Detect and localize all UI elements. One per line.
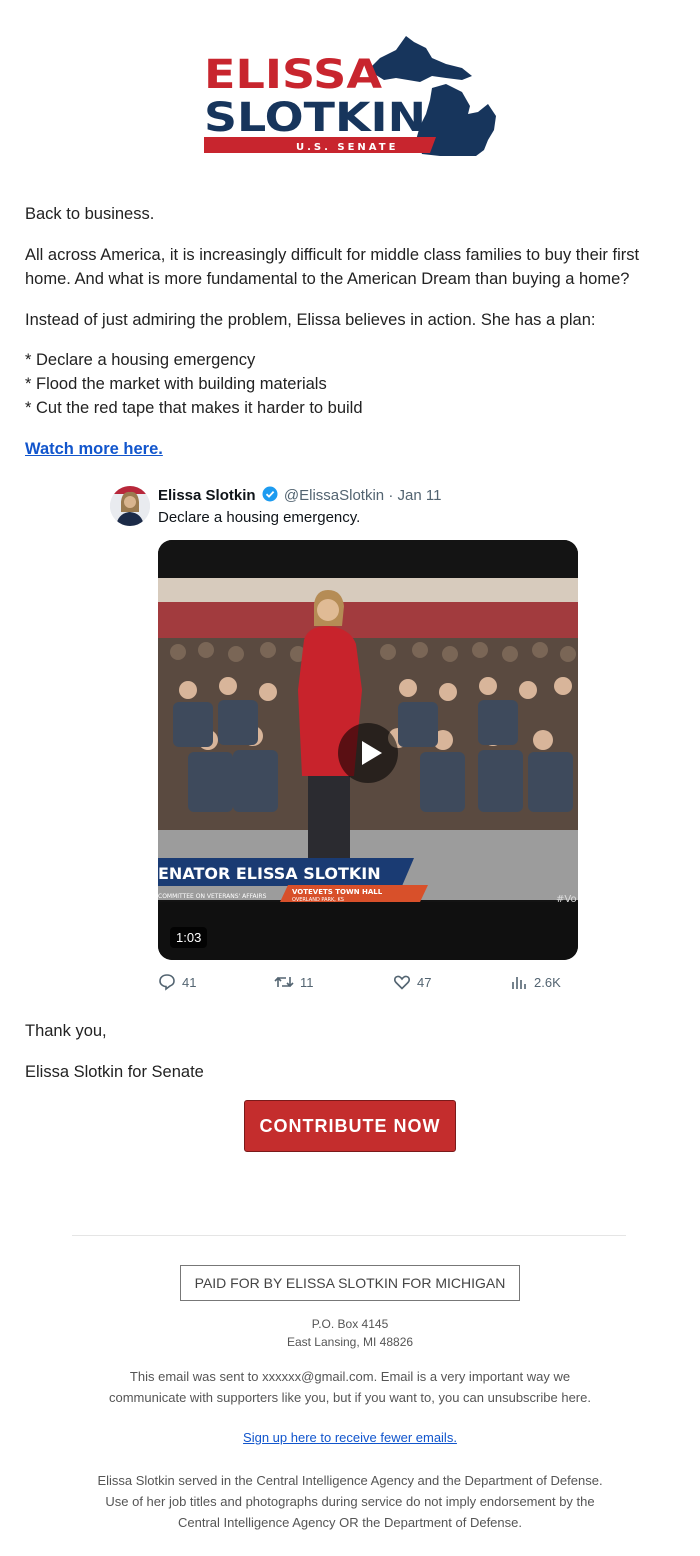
contribute-now-button[interactable]: CONTRIBUTE NOW	[244, 1100, 456, 1152]
watch-more-link[interactable]: Watch more here.	[25, 437, 163, 461]
footer-divider	[72, 1235, 626, 1236]
tweet-author-name[interactable]: Elissa Slotkin	[158, 487, 256, 504]
plan-intro-paragraph: Instead of just admiring the problem, El…	[25, 311, 596, 329]
sent-to-line-2: communicate with supporters like you, bu…	[109, 1390, 591, 1405]
logo-line-1: ELISSA	[204, 52, 382, 98]
greeting-text: Back to business.	[25, 205, 155, 223]
plan-item: * Declare a housing emergency	[25, 351, 256, 369]
views-action[interactable]: 2.6K	[510, 973, 561, 991]
tweet-actions: 41 11 47 2.6K	[158, 973, 578, 997]
video-event-location: OVERLAND PARK, KS	[292, 897, 344, 903]
tweet-handle[interactable]: @ElissaSlotkin	[284, 487, 384, 504]
sent-to-notice: This email was sent to xxxxxx@gmail.com.…	[60, 1366, 640, 1408]
address-line-2: East Lansing, MI 48826	[286, 1335, 414, 1349]
avatar[interactable]	[110, 486, 150, 526]
signature-text: Elissa Slotkin for Senate	[25, 1063, 204, 1081]
sent-to-line-1: This email was sent to xxxxxx@gmail.com.…	[129, 1369, 571, 1384]
fewer-emails-link[interactable]: Sign up here to receive fewer emails.	[243, 1430, 457, 1445]
video-hashtag: #Vo	[556, 894, 577, 905]
tweet-date[interactable]: Jan 11	[398, 487, 442, 504]
play-button-icon[interactable]	[338, 723, 398, 783]
intro-paragraph: All across America, it is increasingly d…	[25, 246, 640, 288]
footer-disclaimer: Elissa Slotkin served in the Central Int…	[60, 1470, 640, 1533]
reply-count: 41	[182, 974, 197, 990]
heart-icon	[394, 975, 410, 990]
logo-tagline: U.S. SENATE	[296, 142, 398, 153]
video-banner-name: ENATOR ELISSA SLOTKIN	[158, 864, 381, 883]
like-count: 47	[417, 974, 432, 990]
views-chart-icon	[512, 977, 526, 989]
views-count: 2.6K	[534, 974, 561, 990]
disclaimer-line-3: Central Intelligence Agency OR the Depar…	[178, 1515, 522, 1530]
tweet-text: Declare a housing emergency.	[158, 509, 361, 526]
thanks-text: Thank you,	[25, 1022, 107, 1040]
address-line-1: P.O. Box 4145	[311, 1317, 389, 1331]
logo-line-2: SLOTKIN	[204, 95, 426, 141]
like-action[interactable]: 47	[393, 973, 431, 991]
embedded-tweet[interactable]: Elissa Slotkin @ElissaSlotkin · Jan 11 D…	[110, 483, 580, 1003]
plan-item: * Cut the red tape that makes it harder …	[25, 399, 363, 417]
paid-for-box: PAID FOR BY ELISSA SLOTKIN FOR MICHIGAN	[180, 1265, 520, 1301]
video-event-name: VOTEVETS TOWN HALL	[292, 888, 383, 896]
disclaimer-line-1: Elissa Slotkin served in the Central Int…	[97, 1473, 603, 1488]
retweet-action[interactable]: 11	[274, 973, 314, 991]
reply-action[interactable]: 41	[158, 973, 196, 991]
video-duration: 1:03	[170, 927, 208, 948]
plan-item: * Flood the market with building materia…	[25, 375, 327, 393]
profile-photo-icon	[110, 486, 150, 526]
michigan-map-logo-icon: ELISSA SLOTKIN U.S. SENATE	[204, 36, 496, 156]
video-banner-sub: COMMITTEE ON VETERANS' AFFAIRS	[158, 893, 267, 900]
retweet-icon	[274, 976, 294, 988]
plan-list: * Declare a housing emergency * Flood th…	[25, 348, 675, 420]
tweet-header: Elissa Slotkin @ElissaSlotkin · Jan 11	[158, 486, 441, 506]
verified-badge-icon	[262, 486, 278, 506]
retweet-count: 11	[300, 974, 314, 990]
reply-icon	[159, 974, 175, 991]
campaign-logo: ELISSA SLOTKIN U.S. SENATE	[200, 30, 500, 158]
disclaimer-line-2: Use of her job titles and photographs du…	[105, 1494, 595, 1509]
fewer-emails-row: Sign up here to receive fewer emails.	[60, 1430, 640, 1445]
footer-address: P.O. Box 4145 East Lansing, MI 48826	[60, 1315, 640, 1351]
tweet-video[interactable]: ENATOR ELISSA SLOTKIN COMMITTEE ON VETER…	[158, 540, 578, 960]
tweet-separator: ·	[388, 487, 394, 504]
